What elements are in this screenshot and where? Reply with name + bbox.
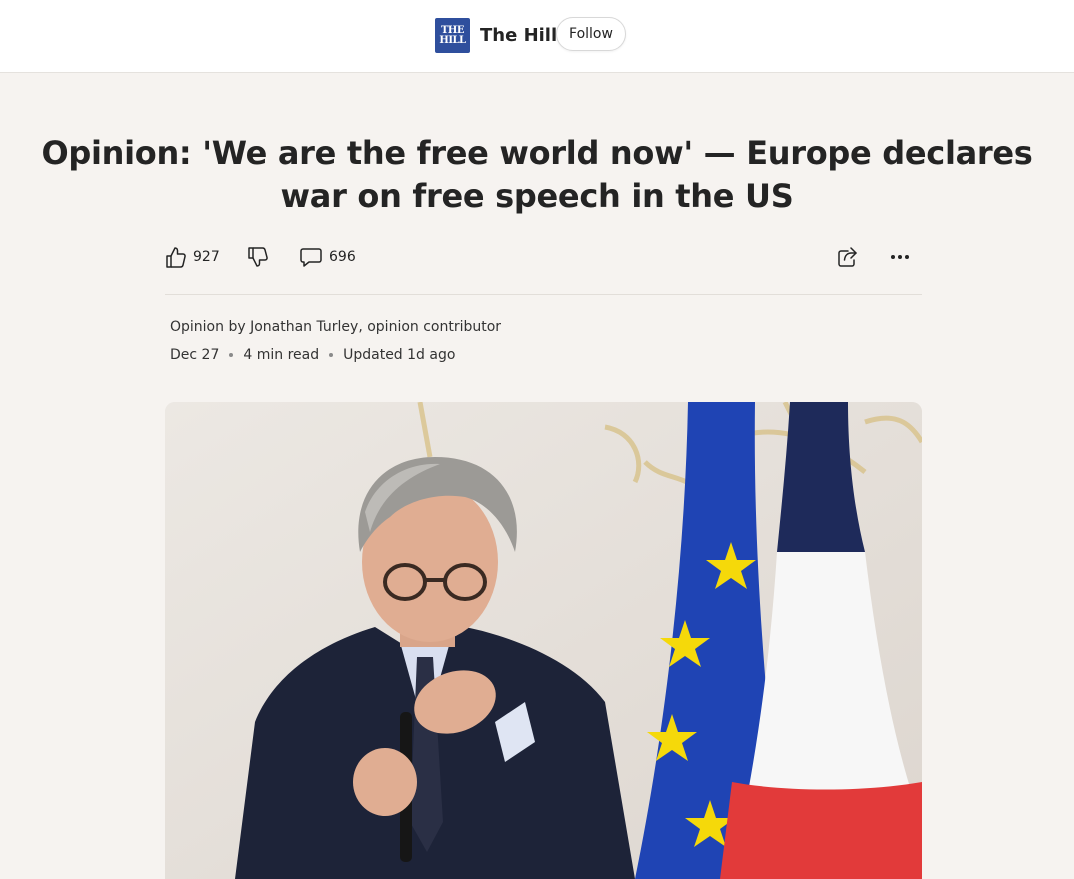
dislike-button[interactable]	[247, 240, 269, 274]
like-button[interactable]: 927	[165, 240, 220, 274]
hero-image[interactable]	[165, 402, 922, 879]
publish-date: Dec 27	[170, 347, 220, 363]
follow-button[interactable]: Follow	[556, 17, 626, 51]
separator-dot	[329, 353, 334, 357]
comment-icon	[299, 245, 323, 269]
more-icon	[889, 245, 911, 269]
thumbs-up-icon	[165, 245, 187, 269]
article-actions: 927 696	[165, 240, 922, 274]
publisher-brand[interactable]: THE HILL The Hill	[435, 18, 557, 53]
share-button[interactable]	[835, 240, 859, 274]
comment-button[interactable]: 696	[299, 240, 356, 274]
article-title: Opinion: 'We are the free world now' — E…	[41, 134, 1033, 215]
updated-time: Updated 1d ago	[343, 347, 456, 363]
separator-dot	[229, 353, 234, 357]
top-bar: THE HILL The Hill Follow	[0, 0, 1074, 73]
share-icon	[835, 245, 859, 269]
more-options-button[interactable]	[889, 240, 911, 274]
article-meta: Dec 27 4 min read Updated 1d ago	[170, 347, 455, 363]
like-count: 927	[193, 249, 220, 265]
the-hill-logo[interactable]: THE HILL	[435, 18, 470, 53]
thumbs-down-icon	[247, 245, 269, 269]
read-time: 4 min read	[243, 347, 320, 363]
comment-count: 696	[329, 249, 356, 265]
publisher-name[interactable]: The Hill	[480, 25, 557, 46]
divider	[165, 294, 922, 295]
author-byline[interactable]: Opinion by Jonathan Turley, opinion cont…	[170, 319, 501, 335]
